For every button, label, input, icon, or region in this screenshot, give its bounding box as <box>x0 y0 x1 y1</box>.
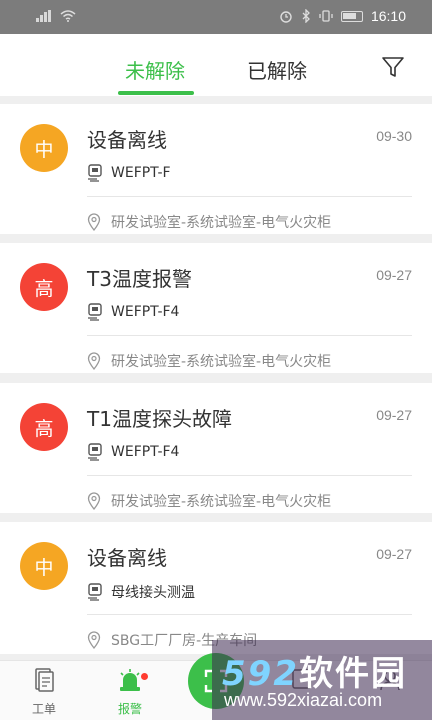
battery-icon <box>340 10 363 22</box>
vibrate-icon <box>319 10 333 22</box>
bluetooth-icon <box>302 9 310 23</box>
divider <box>87 475 412 476</box>
location-pin-icon <box>87 492 101 510</box>
level-badge: 中 <box>20 542 68 590</box>
alarm-date: 09-27 <box>376 546 412 562</box>
alarm-title: T3温度报警 <box>87 267 192 291</box>
device-name: WEFPT-F <box>111 165 171 181</box>
alarm-clock-icon <box>280 11 292 23</box>
location-row: 研发试验室-系统试验室-电气火灾柜 <box>87 491 331 511</box>
level-badge: 高 <box>20 263 68 311</box>
status-time: 16:10 <box>370 8 406 24</box>
divider <box>87 196 412 197</box>
device-row: 母线接头测温 <box>87 582 195 602</box>
status-right: 16:10 <box>279 8 406 24</box>
device-name: WEFPT-F4 <box>111 304 180 320</box>
alarm-date: 09-27 <box>376 407 412 423</box>
device-row: WEFPT-F4 <box>87 303 179 321</box>
level-badge: 高 <box>20 403 68 451</box>
alarm-light-icon <box>120 669 140 691</box>
nav-alarms[interactable]: 报警 <box>100 667 160 717</box>
location-pin-icon <box>87 631 101 649</box>
divider <box>87 335 412 336</box>
device-icon <box>88 303 102 321</box>
divider <box>87 614 412 615</box>
device-icon <box>88 164 102 182</box>
alarm-title: 设备离线 <box>87 546 167 570</box>
watermark-text: 软件园 <box>298 654 407 694</box>
watermark-number: 592 <box>222 654 299 694</box>
location-row: 研发试验室-系统试验室-电气火灾柜 <box>87 351 331 371</box>
device-icon <box>88 443 102 461</box>
alarm-card[interactable]: 中 设备离线 09-27 母线接头测温 SBG工厂厂房-生产车间 <box>0 522 432 654</box>
nav-work-orders[interactable]: 工单 <box>14 667 74 717</box>
tab-bar: 未解除 已解除 <box>0 34 432 96</box>
device-icon <box>88 583 102 601</box>
watermark-url: www.592xiazai.com <box>224 690 383 710</box>
device-name: WEFPT-F4 <box>111 444 180 460</box>
document-icon <box>35 668 54 692</box>
watermark-brand: 592软件园 <box>222 646 407 695</box>
alarm-title: T1温度探头故障 <box>87 407 232 431</box>
alarm-card[interactable]: 高 T3温度报警 09-27 WEFPT-F4 研发试验室-系统试验室-电气火灾… <box>0 243 432 373</box>
alarm-date: 09-27 <box>376 267 412 283</box>
watermark: 592软件园 www.592xiazai.com <box>212 640 432 720</box>
level-badge: 中 <box>20 124 68 172</box>
location-pin-icon <box>87 213 101 231</box>
device-name: 母线接头测温 <box>111 585 195 601</box>
tab-resolved[interactable]: 已解除 <box>247 55 307 84</box>
alarm-card[interactable]: 中 设备离线 09-30 WEFPT-F 研发试验室-系统试验室-电气火灾柜 <box>0 104 432 234</box>
tab-active-indicator <box>118 91 194 95</box>
signal-icon <box>36 10 54 22</box>
filter-icon[interactable] <box>381 55 405 79</box>
status-bar: 16:10 <box>0 0 432 34</box>
status-left <box>36 10 76 22</box>
alarm-title: 设备离线 <box>87 128 167 152</box>
alarm-card[interactable]: 高 T1温度探头故障 09-27 WEFPT-F4 研发试验室-系统试验室-电气… <box>0 383 432 513</box>
nav-alarm-label: 报警 <box>117 702 142 716</box>
tab-unresolved[interactable]: 未解除 <box>125 55 185 84</box>
nav-work-label: 工单 <box>31 702 56 716</box>
location-text: 研发试验室-系统试验室-电气火灾柜 <box>111 354 332 370</box>
location-row: 研发试验室-系统试验室-电气火灾柜 <box>87 212 331 232</box>
wifi-icon <box>60 10 76 22</box>
location-text: 研发试验室-系统试验室-电气火灾柜 <box>111 215 332 231</box>
alarm-date: 09-30 <box>376 128 412 144</box>
notification-dot <box>141 673 148 680</box>
device-row: WEFPT-F4 <box>87 443 179 461</box>
device-row: WEFPT-F <box>87 164 171 182</box>
location-text: 研发试验室-系统试验室-电气火灾柜 <box>111 494 332 510</box>
location-pin-icon <box>87 352 101 370</box>
